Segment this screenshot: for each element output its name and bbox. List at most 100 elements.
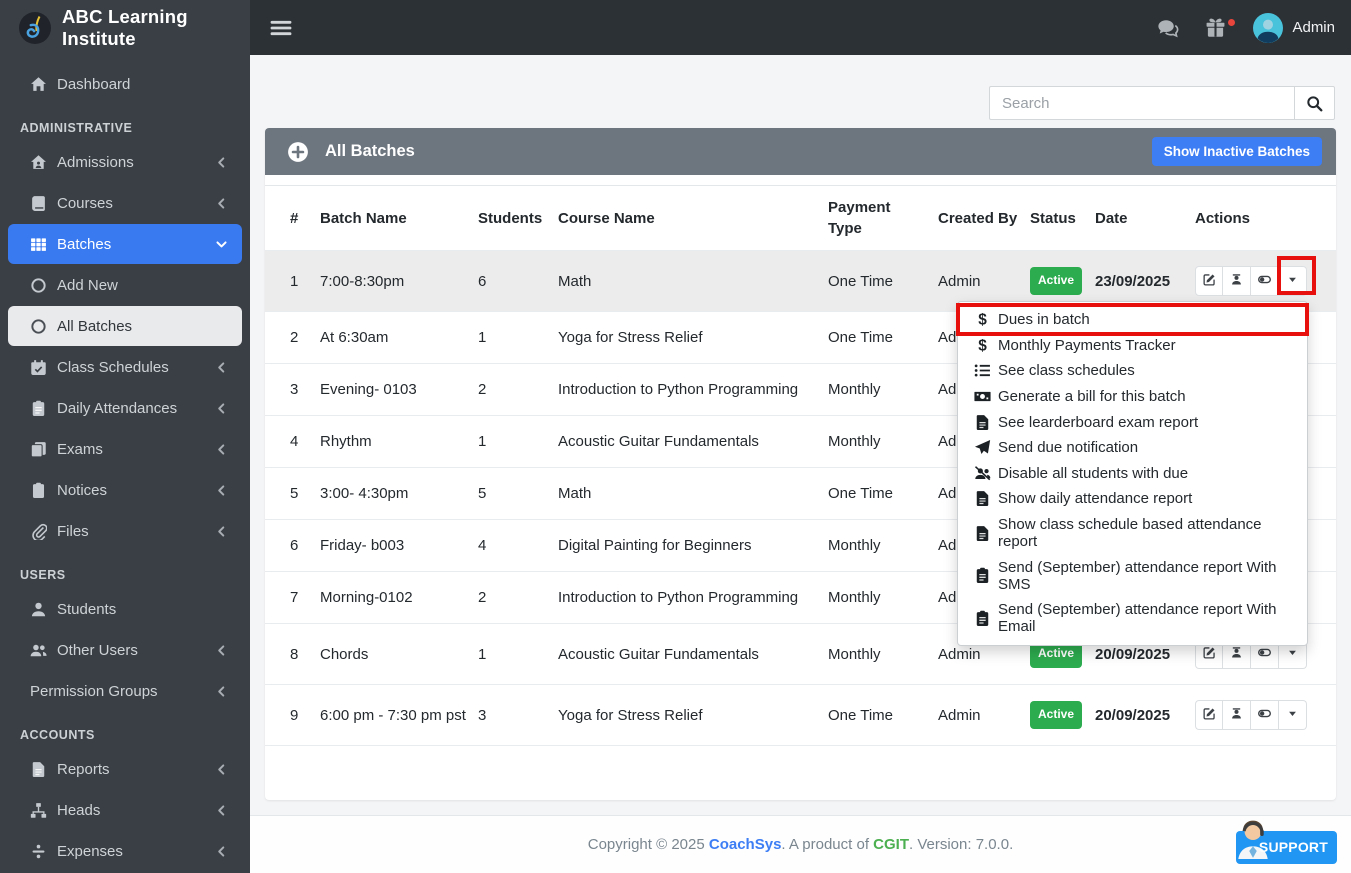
toggle-batch-button[interactable] [1251,700,1279,730]
column-header-payment-type: Payment Type [828,199,891,237]
cell-students-count: 5 [478,485,487,502]
support-button[interactable]: SUPPORT [1236,820,1337,864]
sidebar-item-courses[interactable]: Courses [8,183,242,223]
users-slash-icon [974,465,991,482]
menu-item-show-class-schedule-based-attendance-report[interactable]: Show class schedule based attendance rep… [958,512,1307,555]
svg-text:$: $ [978,312,987,329]
menu-item-generate-a-bill-for-this-batch[interactable]: Generate a bill for this batch [958,384,1307,410]
cell-batch-name: Friday- b003 [320,537,405,554]
toggle-batch-button[interactable] [1251,266,1279,296]
plus-circle-icon[interactable] [287,141,309,163]
show-inactive-batches-button[interactable]: Show Inactive Batches [1151,137,1322,166]
sidebar-item-label: Heads [57,801,101,819]
menu-item-monthly-payments-tracker[interactable]: $ Monthly Payments Tracker [958,333,1307,359]
menu-icon[interactable] [268,16,294,40]
edit-batch-button[interactable] [1195,266,1223,296]
table-row-9: 9 6:00 pm - 7:30 pm pst 3 Yoga for Stress R… [265,685,1336,746]
sidebar-item-admissions[interactable]: Admissions [8,142,242,182]
brand-logo-icon [18,11,52,45]
sidebar-item-label: Students [57,600,117,618]
student-icon [1230,707,1243,723]
row-actions-group [1195,266,1307,296]
toggle-icon [1258,273,1271,289]
cell-students-count: 1 [478,329,487,346]
sidebar-item-files[interactable]: Files [8,511,242,551]
sidebar-item-reports[interactable]: Reports [8,749,242,789]
copyright-suffix: . Version: 7.0.0. [909,836,1014,853]
menu-item-see-learderboard-exam-report[interactable]: See learderboard exam report [958,409,1307,435]
sidebar-item-other-users[interactable]: Other Users [8,630,242,670]
sidebar-item-heads[interactable]: Heads [8,790,242,830]
edit-icon [1202,707,1216,723]
cell-course-name: Math [558,272,592,290]
column-header-date: Date [1095,209,1128,227]
cell-date: 23/09/2025 [1095,272,1171,290]
batch-actions-menu-list: $ Dues in batch $ Monthly Payments Tracker S… [956,303,1309,640]
sidebar-item-label: Courses [57,194,113,212]
cell-course-name: Introduction to Python Programming [558,381,799,398]
cgit-link[interactable]: CGIT [873,836,909,853]
copy-icon [30,441,47,458]
sidebar-item-class-schedules[interactable]: Class Schedules [8,347,242,387]
paper-plane-icon [974,439,991,456]
menu-item-send-september-attendance-report-with-sms[interactable]: Send (September) attendance report With … [958,554,1307,597]
user-menu[interactable]: Admin [1253,12,1335,43]
column-header-course-name: Course Name [558,209,655,227]
student-icon [1230,273,1243,289]
search-button[interactable] [1294,86,1335,120]
gift-icon[interactable] [1205,17,1236,39]
menu-item-send-due-notification[interactable]: Send due notification [958,435,1307,461]
sidebar-item-add-new[interactable]: Add New [8,265,242,305]
sidebar-item-batches[interactable]: Batches [8,224,242,264]
sidebar-item-permission-groups[interactable]: Permission Groups [8,671,242,711]
clipboard-list-icon [974,610,991,627]
menu-item-dues-in-batch[interactable]: $ Dues in batch [956,303,1309,336]
cell-batch-name: Chords [320,645,369,663]
sidebar-item-expenses[interactable]: Expenses [8,831,242,871]
sidebar-item-exams[interactable]: Exams [8,429,242,469]
brand[interactable]: ABC Learning Institute [0,0,250,55]
list-icon [974,362,991,379]
sidebar-item-daily-attendances[interactable]: Daily Attendances [8,388,242,428]
sidebar-item-label: Dashboard [57,75,131,93]
chevron-left-icon [215,644,228,657]
sidebar-item-notices[interactable]: Notices [8,470,242,510]
more-actions-button[interactable] [1279,700,1307,730]
menu-item-label: Send (September) attendance report With … [998,558,1277,593]
file-icon [974,414,991,431]
cell-row-number: 4 [290,433,299,450]
chevron-left-icon [215,443,228,456]
edit-batch-button[interactable] [1195,700,1223,730]
menu-item-show-daily-attendance-report[interactable]: Show daily attendance report [958,486,1307,512]
caret-down-icon [1286,646,1299,662]
batch-students-button[interactable] [1223,700,1251,730]
menu-item-send-september-attendance-report-with-email[interactable]: Send (September) attendance report With … [958,597,1307,640]
sidebar-item-label: Reports [57,760,110,778]
chevron-left-icon [215,685,228,698]
caret-down-icon [1286,707,1299,723]
sidebar-item-dashboard[interactable]: Dashboard [8,64,242,104]
menu-item-disable-all-students-with-due[interactable]: Disable all students with due [958,461,1307,487]
svg-text:$: $ [978,337,987,354]
dollar-icon: $ [974,337,991,354]
panel-header: All Batches Show Inactive Batches [265,128,1336,175]
cell-batch-name: Morning-0102 [320,589,413,606]
cell-course-name: Acoustic Guitar Fundamentals [558,645,759,663]
cell-row-number: 8 [290,645,299,663]
table-header-row: # Batch Name Students Course Name Payment Ty… [265,186,1336,251]
sidebar-item-label: Admissions [57,153,134,171]
avatar [1253,12,1284,43]
sidebar-item-students[interactable]: Students [8,589,242,629]
sidebar-item-all-batches[interactable]: All Batches [8,306,242,346]
column-header-batch-name: Batch Name [320,209,407,227]
menu-item-see-class-schedules[interactable]: See class schedules [958,358,1307,384]
coachsys-link[interactable]: CoachSys [709,836,782,853]
more-actions-button[interactable] [1279,266,1307,296]
chat-icon[interactable] [1157,17,1179,39]
user-icon [30,601,47,618]
batch-students-button[interactable] [1223,266,1251,296]
edit-icon [1202,646,1216,662]
search-input[interactable] [989,86,1294,120]
sitemap-icon [30,802,47,819]
menu-item-label: Show daily attendance report [998,490,1193,508]
